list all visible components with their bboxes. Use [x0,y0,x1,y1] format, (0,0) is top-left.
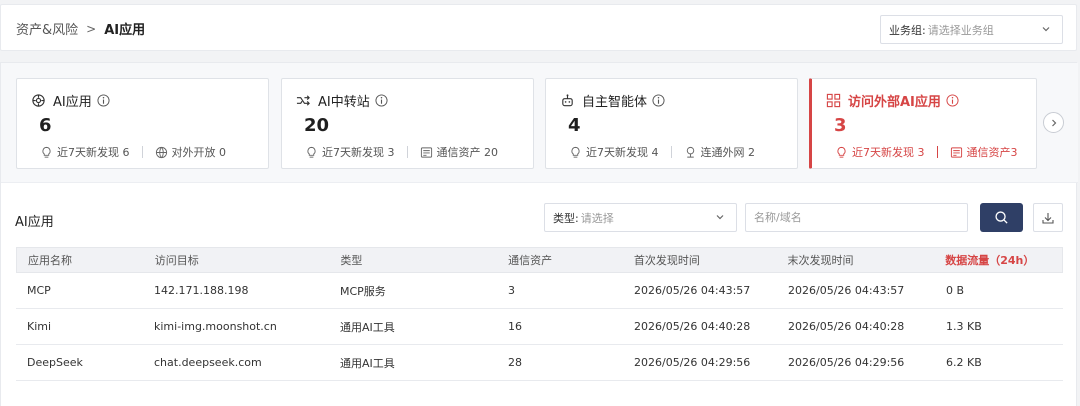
card-title: 自主智能体 [582,95,648,110]
lightbulb-icon [307,146,316,158]
card-ai-apps[interactable]: AI应用 6 近7天新发现 6 对外开放 0 [16,78,269,169]
cell-last-seen: 2026/05/26 04:40:28 [788,320,905,333]
card-value: 6 [39,115,52,136]
card-stat-new: 近7天新发现 3 [852,146,925,159]
cell-first-seen: 2026/05/26 04:29:56 [634,356,751,369]
breadcrumb-current: AI应用 [104,23,146,38]
stat-divider [406,146,408,158]
card-external-ai-apps[interactable]: 访问外部AI应用 3 近7天新发现 3 通信资产3 [809,78,1037,169]
type-filter-select[interactable]: 类型: 请选择 [544,203,737,232]
cell-first-seen: 2026/05/26 04:43:57 [634,284,751,297]
breadcrumb-separator: > [86,21,97,36]
lightbulb-icon [571,146,580,158]
cell-target: 142.171.188.198 [154,284,249,297]
search-icon [995,211,1008,224]
communication-asset-icon [420,146,432,158]
search-button[interactable] [980,203,1023,232]
cell-target: kimi-img.moonshot.cn [154,320,277,333]
card-stat-secondary: 通信资产 20 [436,146,499,159]
chevron-down-icon [716,215,724,220]
column-header-name: 应用名称 [28,254,72,267]
download-button[interactable] [1033,203,1063,232]
cell-type: MCP服务 [340,284,386,298]
search-input[interactable] [745,203,968,232]
column-header-target: 访问目标 [154,254,199,267]
summary-cards: AI应用 6 近7天新发现 6 对外开放 0 AI中转站 20 近7天新发现 3… [1,63,1078,183]
relay-arrow-icon [296,95,310,106]
globe-icon [155,146,167,158]
card-ai-relay[interactable]: AI中转站 20 近7天新发现 3 通信资产 20 [281,78,534,169]
cell-traffic: 1.3 KB [946,320,982,333]
card-stat-new: 近7天新发现 3 [322,146,395,159]
table-row[interactable]: Kimi kimi-img.moonshot.cn 通用AI工具 16 2026… [16,309,1063,345]
type-filter-label: 类型: [553,211,579,225]
card-stat-secondary: 通信资产3 [966,146,1018,159]
info-icon[interactable] [375,94,388,107]
cell-assets: 3 [508,284,515,297]
cell-name: DeepSeek [27,356,83,369]
download-icon [1042,212,1054,224]
stat-divider [141,146,143,158]
cell-assets: 28 [508,356,522,369]
column-header-traffic[interactable]: 数据流量（24h） [935,252,1062,268]
cell-assets: 16 [508,320,522,333]
column-header-type: 类型 [340,254,363,267]
grid-apps-icon [826,93,841,108]
cell-last-seen: 2026/05/26 04:43:57 [788,284,905,297]
table-row[interactable]: MCP 142.171.188.198 MCP服务 3 2026/05/26 0… [16,273,1063,309]
info-icon[interactable] [652,94,665,107]
info-icon[interactable] [97,94,110,107]
cell-name: MCP [27,284,51,297]
table-row[interactable]: DeepSeek chat.deepseek.com 通用AI工具 28 202… [16,345,1063,381]
column-header-first-seen: 首次发现时间 [633,254,700,267]
main-panel: AI应用 6 近7天新发现 6 对外开放 0 AI中转站 20 近7天新发现 3… [0,62,1078,406]
cell-first-seen: 2026/05/26 04:40:28 [634,320,751,333]
card-stat-secondary: 对外开放 0 [171,146,227,159]
card-value: 4 [568,115,581,136]
chevron-right-icon [1051,119,1056,126]
chevron-down-icon [1042,27,1050,32]
business-group-select[interactable]: 业务组: 请选择业务组 [880,15,1063,44]
card-stat-secondary: 连通外网 2 [700,146,756,159]
cell-traffic: 0 B [946,284,965,297]
page-header: 资产&风险 > AI应用 业务组: 请选择业务组 [0,4,1077,51]
lightbulb-icon [42,146,51,158]
info-icon[interactable] [946,94,959,107]
breadcrumb: 资产&风险 > AI应用 [16,5,145,52]
business-group-placeholder: 请选择业务组 [927,23,994,37]
cell-type: 通用AI工具 [340,356,395,370]
table-header: 应用名称 访问目标 类型 通信资产 首次发现时间 末次发现时间 数据流量（24h… [16,247,1063,273]
cards-next-button[interactable] [1043,112,1064,133]
lightbulb-icon [837,146,846,158]
card-value: 3 [834,115,847,136]
column-header-last-seen: 末次发现时间 [787,254,854,267]
cell-name: Kimi [27,320,52,333]
card-title: 访问外部AI应用 [848,95,941,110]
stat-divider [936,146,938,158]
card-title: AI中转站 [318,95,370,110]
ai-chip-icon [32,94,45,107]
communication-asset-icon [950,146,962,158]
type-filter-placeholder: 请选择 [580,211,614,225]
cell-last-seen: 2026/05/26 04:29:56 [788,356,905,369]
breadcrumb-parent-link[interactable]: 资产&风险 [16,19,78,38]
section-title: AI应用 [15,215,54,230]
card-value: 20 [304,115,330,136]
column-header-assets: 通信资产 [508,254,553,267]
cell-target: chat.deepseek.com [154,356,262,369]
network-icon [686,146,694,158]
stat-divider [670,146,672,158]
robot-icon [562,94,573,107]
card-stat-new: 近7天新发现 4 [586,146,659,159]
card-title: AI应用 [53,95,92,110]
business-group-label: 业务组: [889,23,926,37]
card-autonomous-agent[interactable]: 自主智能体 4 近7天新发现 4 连通外网 2 [545,78,798,169]
cell-type: 通用AI工具 [340,320,395,334]
ai-apps-table: 应用名称 访问目标 类型 通信资产 首次发现时间 末次发现时间 数据流量（24h… [16,247,1063,381]
cell-traffic: 6.2 KB [946,356,982,369]
card-stat-new: 近7天新发现 6 [57,146,130,159]
